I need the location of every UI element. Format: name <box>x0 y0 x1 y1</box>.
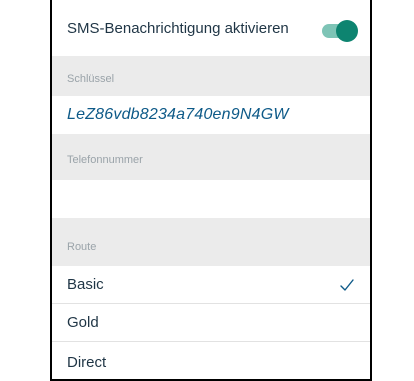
route-option-label: Gold <box>67 314 99 331</box>
sms-notification-row[interactable]: SMS-Benachrichtigung aktivieren <box>52 0 370 56</box>
route-option-label: Basic <box>67 276 104 293</box>
route-section-label: Route <box>67 241 97 253</box>
toggle-knob <box>336 20 358 42</box>
settings-panel: SMS-Benachrichtigung aktivieren Schlüsse… <box>50 0 372 381</box>
phone-number-field[interactable] <box>52 180 370 218</box>
route-option-label: Direct <box>67 353 107 371</box>
checkmark-icon <box>340 279 354 291</box>
phone-section-header: Telefonnummer <box>52 134 370 180</box>
route-option-basic[interactable]: Basic <box>52 266 370 304</box>
route-option-direct[interactable]: Direct <box>52 342 370 379</box>
key-section-header: Schlüssel <box>52 56 370 96</box>
route-section-header: Route <box>52 218 370 266</box>
key-value: LeZ86vdb8234a740en9N4GW <box>67 106 289 123</box>
route-option-gold[interactable]: Gold <box>52 304 370 342</box>
phone-section-label: Telefonnummer <box>67 154 143 166</box>
key-section-label: Schlüssel <box>67 73 115 85</box>
sms-notification-toggle[interactable] <box>322 20 358 42</box>
key-field[interactable]: LeZ86vdb8234a740en9N4GW <box>52 96 370 134</box>
sms-notification-label: SMS-Benachrichtigung aktivieren <box>67 19 289 37</box>
